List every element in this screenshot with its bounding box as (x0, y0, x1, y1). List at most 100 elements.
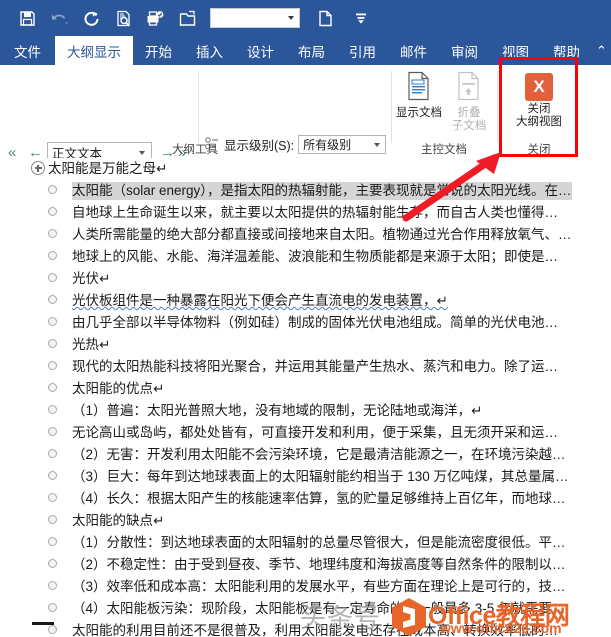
outline-bullet-icon[interactable] (48, 207, 57, 216)
outline-row[interactable]: （2）不稳定性：由于受到昼夜、季节、地理纬度和海拔高度等自然条件的限制以… (0, 554, 611, 576)
show-document-icon (394, 71, 444, 105)
outline-row[interactable]: 自地球上生命诞生以来，就主要以太阳提供的热辐射能生存，而自古人类也懂得… (0, 202, 611, 224)
close-outline-view-button[interactable]: X 关闭 大纲视图 (500, 65, 578, 129)
outline-row-text: （2）无害：开发利用太阳能不会污染环境，它是最清洁能源之一，在环境污染越… (72, 447, 566, 462)
outline-row-text: （3）巨大：每年到达地球表面上的太阳辐射能约相当于 130 万亿吨煤，其总量属… (72, 469, 569, 484)
outline-row[interactable]: （4）长久：根据太阳产生的核能速率估算，氢的贮量足够维持上百亿年，而地球… (0, 488, 611, 510)
outline-row-text: （1）普遍：太阳光普照大地，没有地域的限制，无论陆地或海洋，↵ (72, 403, 483, 418)
undo-icon[interactable] (46, 5, 72, 31)
tab-design[interactable]: 设计 (235, 36, 286, 65)
quick-print-icon[interactable] (142, 5, 168, 31)
outline-row[interactable]: （2）无害：开发利用太阳能不会污染环境，它是最清洁能源之一，在环境污染越… (0, 444, 611, 466)
tab-references[interactable]: 引用 (337, 36, 388, 65)
outline-row[interactable]: （3）效率低和成本高：太阳能利用的发展水平，有些方面在理论上是可行的，技… (0, 576, 611, 598)
collapse-subdocs-label-line1: 折叠 (457, 107, 481, 119)
new-doc-icon[interactable] (312, 5, 338, 31)
save-icon[interactable] (14, 5, 40, 31)
outline-bullet-icon[interactable] (48, 559, 57, 568)
outline-bullet-icon[interactable] (48, 537, 57, 546)
redo-icon[interactable] (78, 5, 104, 31)
outline-body-rows: 太阳能（solar energy），是指太阳的热辐射能，主要表现就是常说的太阳光… (0, 180, 611, 637)
outline-bullet-icon[interactable] (48, 185, 57, 194)
tab-view[interactable]: 视图 (490, 36, 541, 65)
group-master-document: 显示文档 折叠 子文档 主控文档 (392, 65, 496, 158)
outline-bullet-icon[interactable] (48, 603, 57, 612)
close-x-icon: X (525, 73, 553, 101)
group-outline-tools: « ← 正文文本 → » ▲ ▼ + − 显示级别(S): 所有级别 显示文本格… (0, 65, 390, 201)
outline-row-text: （1）分散性：到达地球表面的太阳辐射的总量尽管很大，但是能流密度很低。平… (72, 535, 566, 550)
tab-review[interactable]: 审阅 (439, 36, 490, 65)
outline-row-text: 地球上的风能、水能、海洋温差能、波浪能和生物质能都是来源于太阳；即使是… (72, 249, 558, 264)
outline-row[interactable]: （1）分散性：到达地球表面的太阳辐射的总量尽管很大，但是能流密度很低。平… (0, 532, 611, 554)
show-document-button[interactable]: 显示文档 (394, 71, 444, 120)
outline-row[interactable]: 现代的太阳热能科技将阳光聚合，并运用其能量产生热水、蒸汽和电力。除了运… (0, 356, 611, 378)
ribbon-tab-bar: 文件 大纲显示 开始 插入 设计 布局 引用 邮件 审阅 视图 帮助 ⌃ (0, 36, 611, 65)
outline-bullet-icon[interactable] (48, 581, 57, 590)
outline-bullet-icon[interactable] (48, 383, 57, 392)
outline-bullet-icon[interactable] (48, 449, 57, 458)
print-preview-icon[interactable] (110, 5, 136, 31)
outline-bullet-icon[interactable] (48, 251, 57, 260)
outline-row-text: 光伏↵ (72, 271, 111, 286)
outline-heading-text: 太阳能是万能之母↵ (48, 161, 168, 176)
tab-insert[interactable]: 插入 (184, 36, 235, 65)
outline-row[interactable]: 地球上的风能、水能、海洋温差能、波浪能和生物质能都是来源于太阳；即使是… (0, 246, 611, 268)
outline-row[interactable]: 由几乎全部以半导体物料（例如硅）制成的固体光伏电池组成。简单的光伏电池… (0, 312, 611, 334)
tab-file[interactable]: 文件 (0, 36, 55, 65)
collapse-subdocs-icon (444, 71, 494, 105)
ribbon-overflow-icon[interactable]: ⌃ (592, 36, 607, 65)
customize-qat-icon[interactable] (348, 5, 374, 31)
outline-bullet-icon[interactable] (48, 427, 57, 436)
quick-access-toolbar (0, 0, 611, 36)
outline-bullet-icon[interactable] (48, 339, 57, 348)
group-label-master-document: 主控文档 (421, 144, 467, 156)
show-document-label: 显示文档 (396, 107, 442, 119)
outline-row[interactable]: 太阳能的缺点↵ (0, 510, 611, 532)
outline-bullet-icon[interactable] (48, 405, 57, 414)
outline-row[interactable]: 光伏↵ (0, 268, 611, 290)
outline-row[interactable]: 无论高山或岛屿，都处处皆有，可直接开发和利用，便于采集，且无须开采和运… (0, 422, 611, 444)
outline-row[interactable]: 人类所需能量的绝大部分都直接或间接地来自太阳。植物通过光合作用释放氧气、… (0, 224, 611, 246)
group-close: X 关闭 大纲视图 关闭 (500, 65, 578, 158)
outline-row-text: 光伏板组件是一种暴露在阳光下便会产生直流电的发电装置，↵ (72, 293, 448, 308)
close-button-label-line1: 关闭 (527, 103, 551, 115)
outline-row-text: 太阳能的缺点↵ (72, 513, 165, 528)
group-label-close: 关闭 (527, 144, 551, 156)
tab-outline[interactable]: 大纲显示 (55, 36, 133, 65)
chevron-down-icon (288, 16, 294, 20)
outline-row-text: 太阳能的利用目前还不是很普及，利用太阳能发电还存在成本高、转换效率低的… (72, 623, 558, 637)
outline-bullet-icon[interactable] (48, 625, 57, 634)
outline-row[interactable]: （1）普遍：太阳光普照大地，没有地域的限制，无论陆地或海洋，↵ (0, 400, 611, 422)
style-combo[interactable] (210, 8, 300, 28)
outline-row[interactable]: 光热↵ (0, 334, 611, 356)
outline-document-area[interactable]: 太阳能是万能之母↵ 太阳能（solar energy），是指太阳的热辐射能，主要… (0, 158, 611, 637)
open-icon[interactable] (174, 5, 200, 31)
outline-bullet-icon[interactable] (48, 295, 57, 304)
outline-row[interactable]: 太阳能的利用目前还不是很普及，利用太阳能发电还存在成本高、转换效率低的… (0, 620, 611, 637)
outline-row[interactable]: （4）太阳能板污染：现阶段，太阳能板是有一定寿命的，一般最多 3-5 年就需要… (0, 598, 611, 620)
outline-bullet-icon[interactable] (48, 317, 57, 326)
outline-bullet-icon[interactable] (48, 515, 57, 524)
outline-row-text: 太阳能的优点↵ (72, 381, 165, 396)
outline-bullet-icon[interactable] (48, 273, 57, 282)
outline-row-text: 现代的太阳热能科技将阳光聚合，并运用其能量产生热水、蒸汽和电力。除了运… (72, 359, 558, 374)
outline-bullet-icon[interactable] (48, 229, 57, 238)
outline-row[interactable]: 太阳能（solar energy），是指太阳的热辐射能，主要表现就是常说的太阳光… (0, 180, 611, 202)
tab-layout[interactable]: 布局 (286, 36, 337, 65)
outline-bullet-icon[interactable] (48, 493, 57, 502)
outline-row[interactable]: 太阳能的优点↵ (0, 378, 611, 400)
tab-home[interactable]: 开始 (133, 36, 184, 65)
outline-row[interactable]: 光伏板组件是一种暴露在阳光下便会产生直流电的发电装置，↵ (0, 290, 611, 312)
tab-help[interactable]: 帮助 (541, 36, 592, 65)
outline-row[interactable]: （3）巨大：每年到达地球表面上的太阳辐射能约相当于 130 万亿吨煤，其总量属… (0, 466, 611, 488)
outline-bullet-icon[interactable] (48, 361, 57, 370)
tab-mailings[interactable]: 邮件 (388, 36, 439, 65)
outline-heading-row[interactable]: 太阳能是万能之母↵ (0, 158, 611, 180)
outline-row-text: （4）长久：根据太阳产生的核能速率估算，氢的贮量足够维持上百亿年，而地球… (72, 491, 566, 506)
outline-row-text: 由几乎全部以半导体物料（例如硅）制成的固体光伏电池组成。简单的光伏电池… (72, 315, 558, 330)
outline-row-text: 光热↵ (72, 337, 111, 352)
outline-row-text: （2）不稳定性：由于受到昼夜、季节、地理纬度和海拔高度等自然条件的限制以… (72, 557, 566, 572)
outline-row-text: 无论高山或岛屿，都处处皆有，可直接开发和利用，便于采集，且无须开采和运… (72, 425, 558, 440)
outline-bullet-icon[interactable] (48, 471, 57, 480)
expand-collapse-plus-icon[interactable] (31, 161, 45, 175)
